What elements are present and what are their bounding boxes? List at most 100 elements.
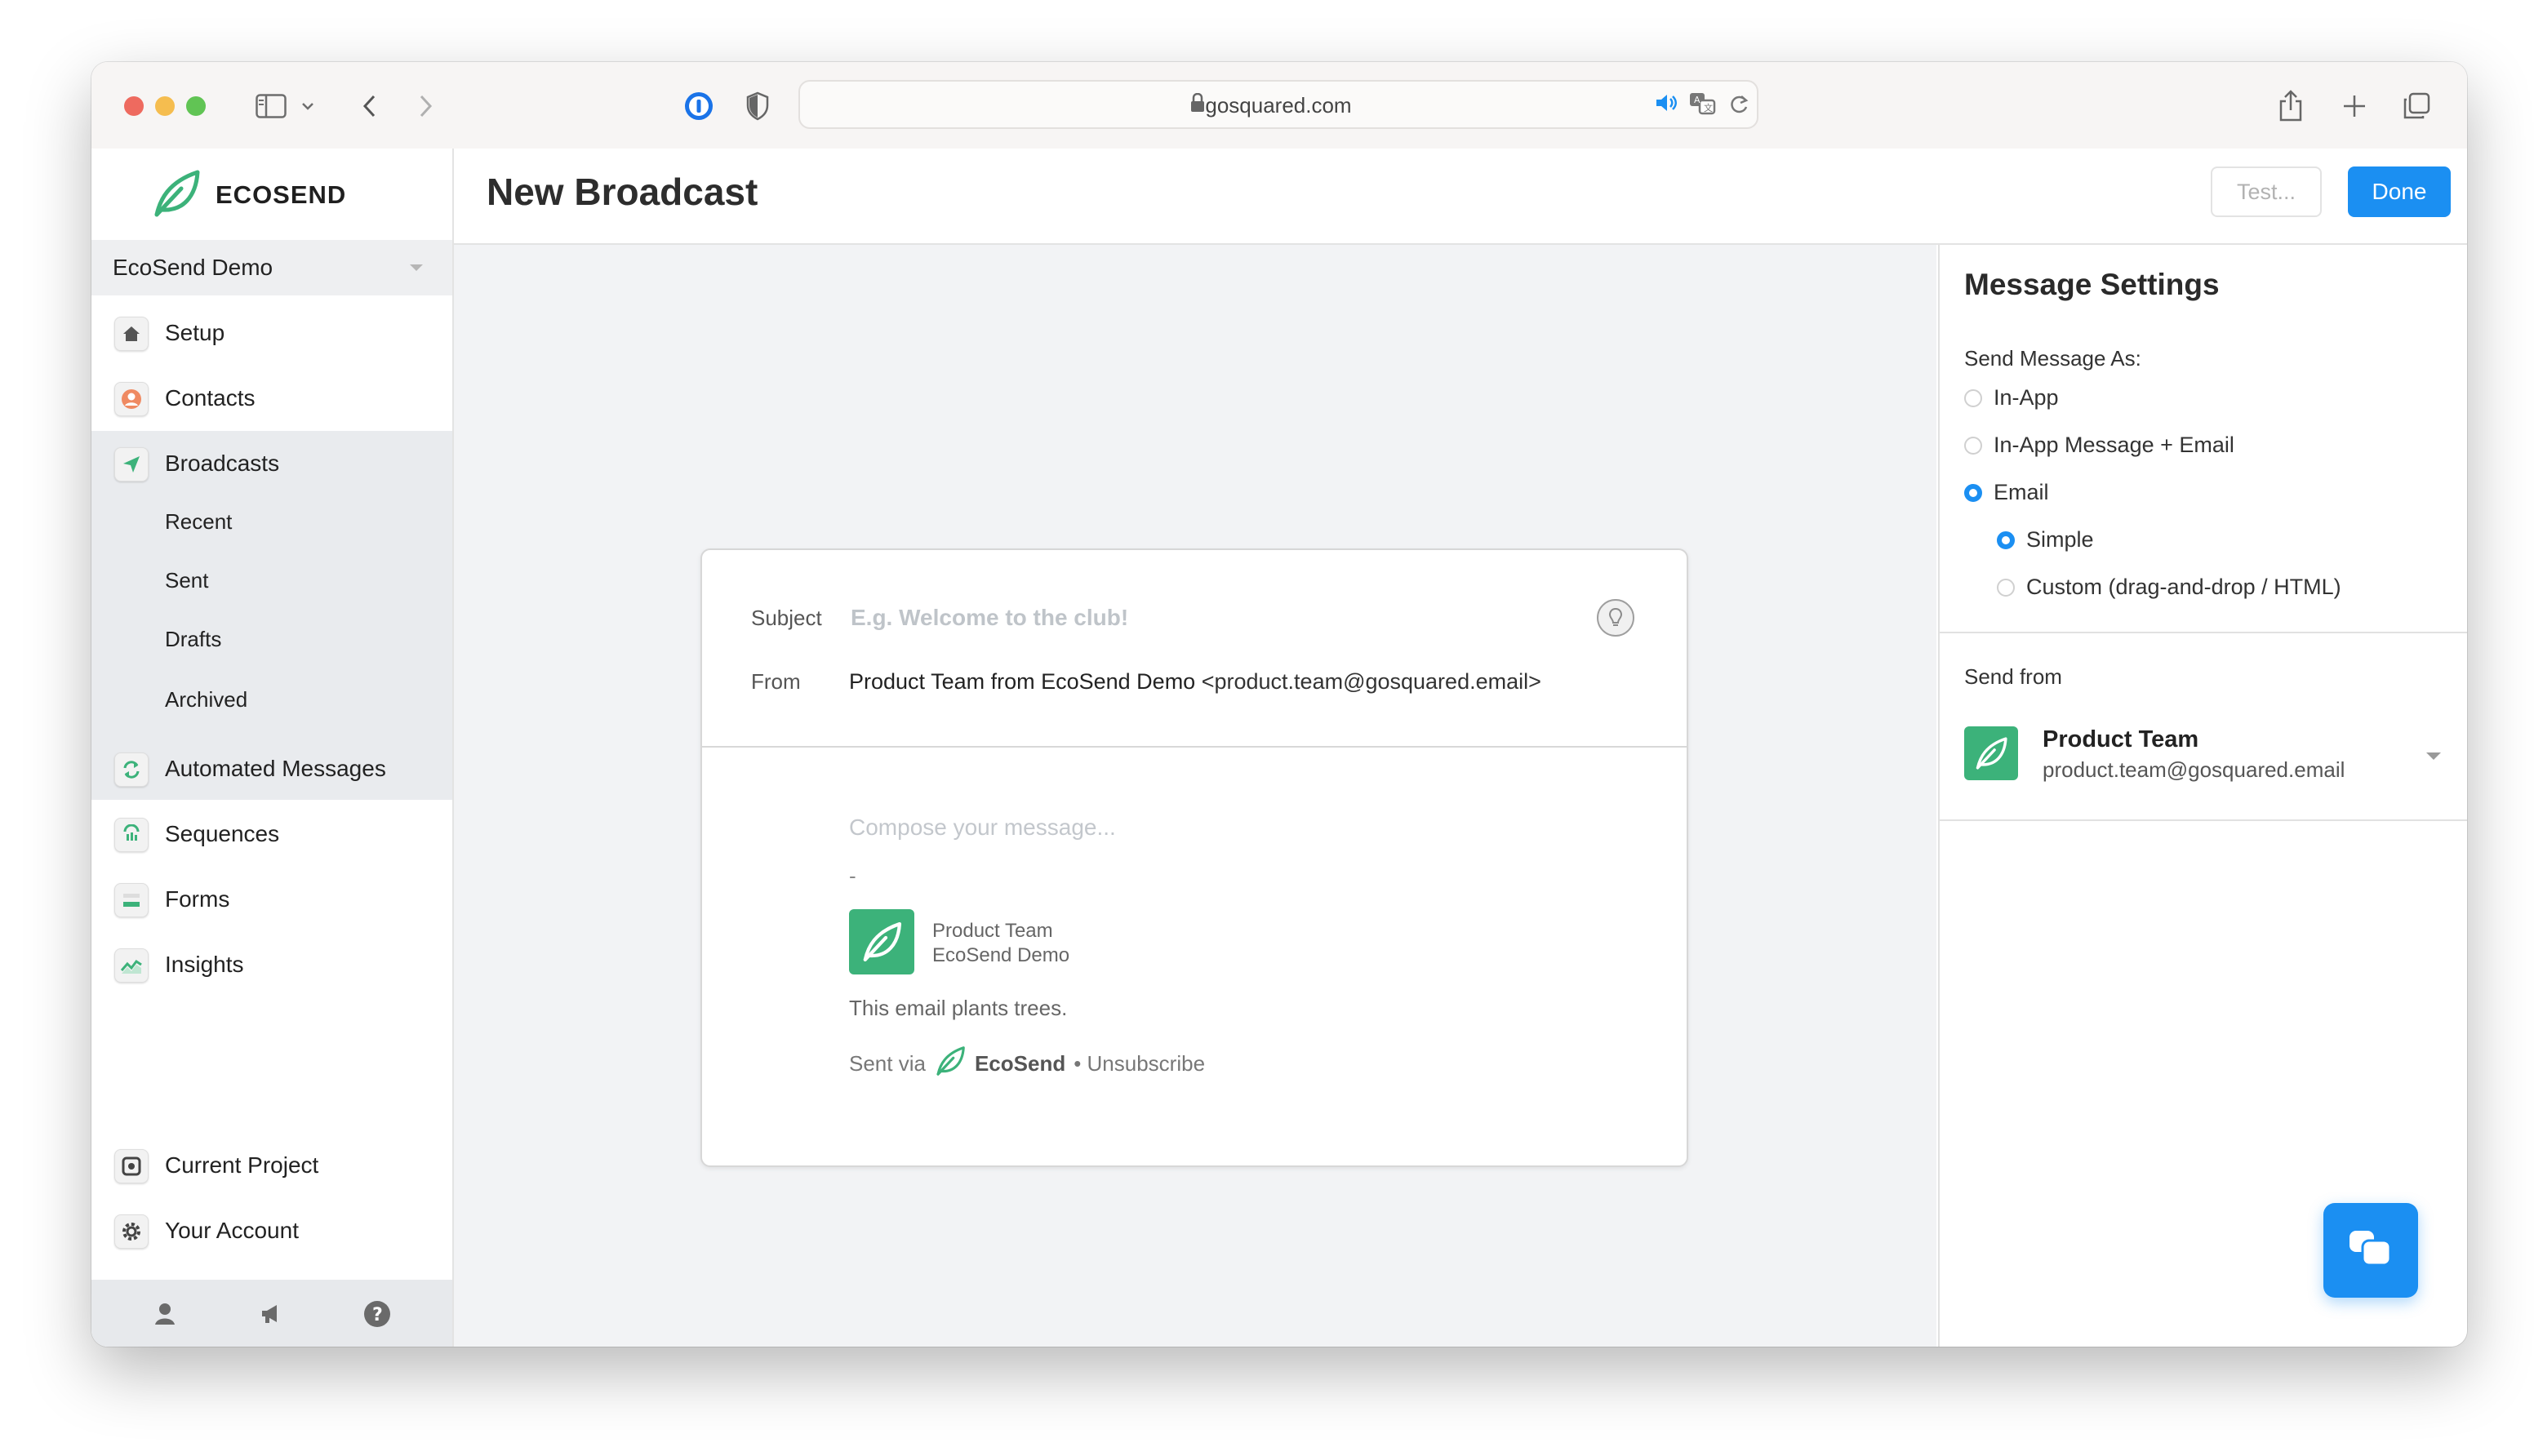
svg-text:文: 文 <box>1704 102 1713 113</box>
sidebar-item-label: Setup <box>165 320 225 345</box>
chevron-down-icon[interactable] <box>296 87 320 126</box>
unsubscribe-link[interactable]: • Unsubscribe <box>1074 1051 1205 1076</box>
account-gear-icon <box>114 1214 149 1249</box>
sidebar-item-setup[interactable]: Setup <box>91 300 452 366</box>
from-value[interactable]: Product Team from EcoSend Demo <product.… <box>849 669 1541 695</box>
radio-label: In-App Message + Email <box>1994 433 2234 457</box>
share-icon[interactable] <box>2273 87 2309 126</box>
forward-icon[interactable] <box>410 87 442 126</box>
sidebar-item-your-account[interactable]: Your Account <box>91 1198 452 1263</box>
contact-icon <box>114 382 149 416</box>
brand-name: ECOSEND <box>216 180 347 209</box>
browser-window: gosquared.com A文 ECOSEND EcoSend Demo Se… <box>91 62 2467 1347</box>
radio-label: Custom (drag-and-drop / HTML) <box>2026 575 2341 599</box>
project-selector-value: EcoSend Demo <box>113 255 273 280</box>
submenu-item-drafts[interactable]: Drafts <box>165 627 221 652</box>
sent-via-text: Sent via <box>849 1051 926 1076</box>
signature-text: Product Team EcoSend Demo <box>932 919 1069 968</box>
paper-plane-icon <box>114 447 149 482</box>
form-icon <box>114 883 149 917</box>
radio-simple[interactable]: Simple <box>1997 527 2094 553</box>
reload-icon[interactable] <box>1727 91 1750 120</box>
radio-button[interactable] <box>1964 388 1982 407</box>
from-name: Product Team from EcoSend Demo <box>849 669 1196 694</box>
sidebar-item-automated-messages[interactable]: Automated Messages <box>91 736 452 801</box>
subject-label: Subject <box>751 606 822 630</box>
test-button[interactable]: Test... <box>2211 166 2322 217</box>
chevron-down-icon[interactable] <box>2426 752 2441 760</box>
sidebar-item-sequences[interactable]: Sequences <box>91 801 452 867</box>
sidebar-item-label: Insights <box>165 952 244 977</box>
page-header: New Broadcast Test... Done <box>454 149 2467 245</box>
new-tab-icon[interactable] <box>2338 87 2371 126</box>
submenu-item-archived[interactable]: Archived <box>165 687 247 712</box>
tabs-overview-icon[interactable] <box>2398 87 2434 126</box>
radio-label: In-App <box>1994 385 2059 410</box>
radio-custom[interactable]: Custom (drag-and-drop / HTML) <box>1997 575 2341 600</box>
from-address: <product.team@gosquared.email> <box>1201 669 1541 694</box>
leaf-logo-icon <box>150 167 202 224</box>
message-settings-panel: Message Settings Send Message As: In-App… <box>1938 245 2467 1347</box>
sidebar-toggle-icon[interactable] <box>251 87 291 126</box>
brand-logo[interactable]: ECOSEND <box>150 166 346 224</box>
from-label: From <box>751 669 801 694</box>
password-manager-icon[interactable] <box>679 87 718 126</box>
page-title: New Broadcast <box>487 171 758 213</box>
sidebar-item-insights[interactable]: Insights <box>91 932 452 997</box>
editor-canvas: Subject From Product Team from EcoSend D… <box>454 245 1936 1347</box>
radio-button[interactable] <box>1964 436 1982 455</box>
submenu-item-sent[interactable]: Sent <box>165 568 209 593</box>
radio-email[interactable]: Email <box>1964 480 2049 505</box>
radio-label: Simple <box>2026 527 2094 552</box>
radio-label: Email <box>1994 480 2049 504</box>
project-selector[interactable]: EcoSend Demo <box>91 240 452 295</box>
lightbulb-icon[interactable] <box>1597 599 1634 637</box>
radio-button-selected[interactable] <box>1997 530 2015 549</box>
chart-icon <box>114 948 149 983</box>
submenu-item-recent[interactable]: Recent <box>165 509 232 535</box>
caret-down-icon <box>410 264 423 271</box>
radio-button-selected[interactable] <box>1964 483 1982 502</box>
address-bar[interactable]: gosquared.com A文 <box>798 80 1758 129</box>
user-icon[interactable] <box>149 1298 181 1330</box>
sequence-icon <box>114 818 149 852</box>
radio-button[interactable] <box>1997 578 2015 597</box>
sidebar-item-label: Forms <box>165 886 230 912</box>
chat-widget-button[interactable] <box>2323 1203 2418 1298</box>
sidebar-item-current-project[interactable]: Current Project <box>91 1133 452 1198</box>
signature-logo <box>849 909 914 974</box>
panel-divider <box>1940 632 2467 633</box>
speaker-icon[interactable] <box>1654 91 1678 118</box>
send-from-label: Send from <box>1964 664 2062 689</box>
signature-separator: - <box>849 863 856 888</box>
sidebar: ECOSEND EcoSend Demo Setup Contacts Broa… <box>91 149 454 1347</box>
refresh-icon <box>114 752 149 787</box>
sender-logo <box>1964 726 2018 780</box>
zoom-window-button[interactable] <box>186 96 206 116</box>
radio-in-app-email[interactable]: In-App Message + Email <box>1964 433 2234 458</box>
lock-icon <box>1190 92 1205 117</box>
sidebar-item-broadcasts[interactable]: Broadcasts <box>91 431 452 496</box>
shield-icon[interactable] <box>738 87 777 126</box>
sender-name: Product Team <box>2043 726 2199 752</box>
signature-project: EcoSend Demo <box>932 944 1070 966</box>
radio-in-app[interactable]: In-App <box>1964 385 2059 411</box>
send-as-label: Send Message As: <box>1964 346 2141 371</box>
email-header-fields: Subject From Product Team from EcoSend D… <box>702 550 1687 748</box>
sidebar-item-label: Your Account <box>165 1218 299 1243</box>
back-icon[interactable] <box>353 87 385 126</box>
megaphone-icon[interactable] <box>255 1298 287 1330</box>
signature-name: Product Team <box>932 920 1053 942</box>
minimize-window-button[interactable] <box>155 96 175 116</box>
subject-input[interactable] <box>849 601 1571 635</box>
sidebar-item-contacts[interactable]: Contacts <box>91 366 452 431</box>
translate-icon[interactable]: A文 <box>1688 91 1718 120</box>
sidebar-item-forms[interactable]: Forms <box>91 867 452 932</box>
url-text: gosquared.com <box>1205 93 1352 118</box>
sidebar-item-label: Contacts <box>165 385 256 411</box>
compose-message-area[interactable]: Compose your message... <box>849 815 1116 841</box>
panel-title: Message Settings <box>1964 268 2220 301</box>
close-window-button[interactable] <box>124 96 144 116</box>
help-icon[interactable]: ? <box>361 1298 393 1330</box>
done-button[interactable]: Done <box>2348 166 2451 217</box>
